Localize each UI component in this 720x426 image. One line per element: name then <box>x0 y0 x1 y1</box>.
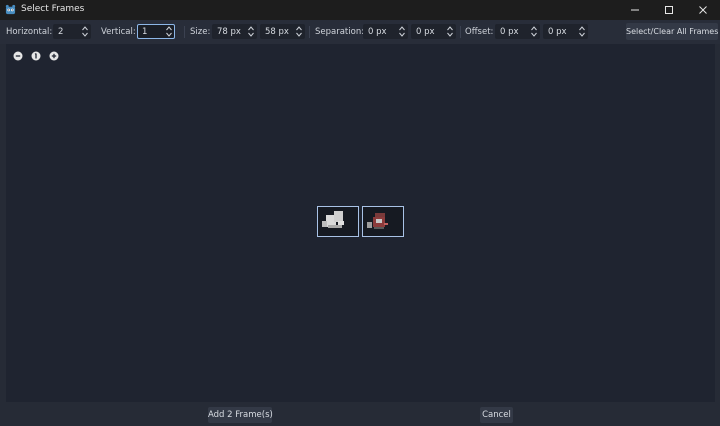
close-button[interactable] <box>686 0 720 20</box>
separation-y-spinbox[interactable]: 0 px <box>411 24 456 39</box>
sprite-thumbnail <box>367 213 388 229</box>
toolbar-separator <box>184 26 185 38</box>
offset-y-spinbox[interactable]: 0 px <box>543 24 588 39</box>
sprite-frame-2[interactable] <box>362 206 404 237</box>
offset-y-value: 0 px <box>548 27 567 37</box>
frame-preview-canvas[interactable] <box>6 46 715 400</box>
maximize-icon <box>665 6 673 14</box>
vertical-spinbox[interactable]: 1 <box>137 24 175 39</box>
separation-x-value: 0 px <box>368 27 387 37</box>
frame-settings-toolbar: Horizontal: 2 Vertical: 1 Size: 78 px 58… <box>0 20 720 44</box>
godot-icon <box>5 4 16 15</box>
size-y-spinbox[interactable]: 58 px <box>260 24 305 39</box>
separation-label: Separation: <box>315 27 365 37</box>
vertical-value: 1 <box>142 27 148 37</box>
zoom-reset-icon[interactable] <box>31 51 41 61</box>
separation-x-spinbox[interactable]: 0 px <box>363 24 408 39</box>
zoom-out-icon[interactable] <box>13 51 23 61</box>
horizontal-label: Horizontal: <box>6 27 53 37</box>
vertical-label: Vertical: <box>101 27 136 37</box>
spin-arrows-icon[interactable] <box>82 26 88 37</box>
spin-arrows-icon[interactable] <box>531 26 537 37</box>
right-edge <box>715 44 720 402</box>
zoom-in-icon[interactable] <box>49 51 59 61</box>
offset-x-value: 0 px <box>500 27 519 37</box>
toolbar-separator <box>460 26 461 38</box>
size-label: Size: <box>190 27 211 37</box>
spin-arrows-icon[interactable] <box>248 26 254 37</box>
spin-arrows-icon[interactable] <box>166 26 172 37</box>
size-x-value: 78 px <box>217 27 241 37</box>
size-y-value: 58 px <box>265 27 289 37</box>
sprite-frame-1[interactable] <box>317 206 359 237</box>
toolbar-separator <box>309 26 310 38</box>
spin-arrows-icon[interactable] <box>579 26 585 37</box>
size-x-spinbox[interactable]: 78 px <box>212 24 257 39</box>
dialog-footer <box>0 402 720 426</box>
window-title: Select Frames <box>21 4 85 14</box>
offset-label: Offset: <box>465 27 494 37</box>
sprite-thumbnail <box>322 211 344 228</box>
offset-x-spinbox[interactable]: 0 px <box>495 24 540 39</box>
spin-arrows-icon[interactable] <box>296 26 302 37</box>
title-bar: Select Frames <box>0 0 720 20</box>
minimize-button[interactable] <box>618 0 652 20</box>
select-clear-all-frames-button[interactable]: Select/Clear All Frames <box>626 23 718 40</box>
spin-arrows-icon[interactable] <box>399 26 405 37</box>
minimize-icon <box>631 9 639 11</box>
close-icon <box>699 6 707 14</box>
separation-y-value: 0 px <box>416 27 435 37</box>
spin-arrows-icon[interactable] <box>447 26 453 37</box>
cancel-button[interactable]: Cancel <box>480 407 513 423</box>
horizontal-spinbox[interactable]: 2 <box>53 24 91 39</box>
horizontal-value: 2 <box>58 27 64 37</box>
maximize-button[interactable] <box>652 0 686 20</box>
add-frames-button[interactable]: Add 2 Frame(s) <box>208 407 273 423</box>
